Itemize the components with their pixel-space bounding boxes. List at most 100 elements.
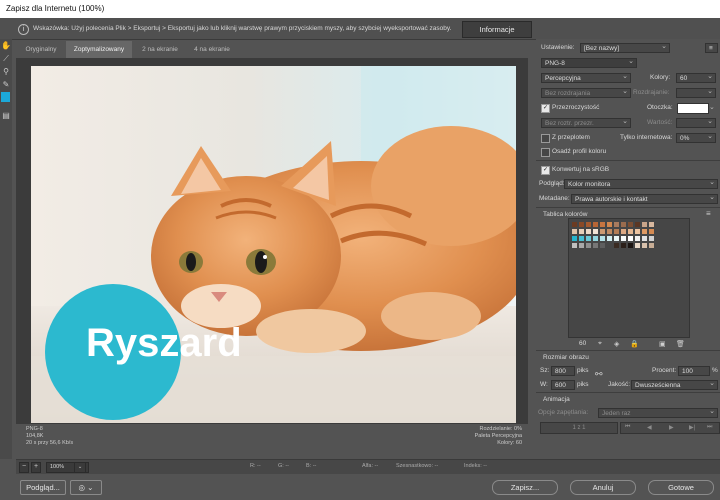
metadata-dropdown[interactable]: Prawa autorskie i kontakt <box>571 194 718 204</box>
height-input[interactable]: 600 <box>551 380 575 390</box>
color-swatch[interactable] <box>649 229 654 234</box>
amount-input[interactable] <box>676 118 716 128</box>
color-swatch[interactable] <box>642 222 647 227</box>
color-swatch[interactable] <box>607 229 612 234</box>
color-swatch[interactable] <box>621 222 626 227</box>
color-swatch[interactable] <box>614 236 619 241</box>
color-swatch[interactable] <box>649 236 654 241</box>
color-swatch[interactable] <box>621 236 626 241</box>
play-icon[interactable]: ▶ <box>669 424 674 431</box>
color-swatch[interactable] <box>621 243 626 248</box>
toggle-slices-icon[interactable]: ▤ <box>1 111 11 121</box>
zoom-tool-icon[interactable]: ⚲ <box>1 67 11 77</box>
delete-color-icon[interactable]: 🗑 <box>676 340 685 348</box>
format-dropdown[interactable]: PNG-8 <box>541 58 637 68</box>
interlaced-checkbox[interactable] <box>541 134 550 143</box>
preview-button[interactable]: Podgląd... <box>20 480 66 495</box>
color-swatch[interactable] <box>614 229 619 234</box>
color-swatch[interactable] <box>642 236 647 241</box>
percent-input[interactable]: 100 <box>678 366 710 376</box>
color-swatch[interactable] <box>572 222 577 227</box>
color-swatch[interactable] <box>600 229 605 234</box>
tab-original[interactable]: Oryginalny <box>16 41 66 58</box>
info-tab[interactable]: Informacje <box>462 21 532 38</box>
color-swatch[interactable] <box>579 229 584 234</box>
done-button[interactable]: Gotowe <box>648 480 714 495</box>
tab-optimized[interactable]: Zoptymalizowany <box>66 41 132 58</box>
new-color-icon[interactable]: ▣ <box>659 340 666 348</box>
palette-dropdown[interactable]: Percepcyjna <box>541 73 631 83</box>
slice-select-tool-icon[interactable]: ⟋ <box>1 54 11 64</box>
color-swatch[interactable] <box>586 222 591 227</box>
hand-tool-icon[interactable]: ✋ <box>1 41 11 51</box>
last-frame-icon[interactable]: ⏭ <box>707 424 712 431</box>
matte-color-swatch[interactable] <box>677 103 709 114</box>
color-swatch[interactable] <box>614 222 619 227</box>
lock-color-icon[interactable]: 🔒 <box>630 340 639 348</box>
dither-percent-input[interactable] <box>676 88 716 98</box>
color-swatch[interactable] <box>607 236 612 241</box>
color-swatch[interactable] <box>600 236 605 241</box>
color-swatch[interactable] <box>572 229 577 234</box>
color-swatch[interactable] <box>635 222 640 227</box>
color-swatch[interactable] <box>635 229 640 234</box>
width-input[interactable]: 800 <box>551 366 575 376</box>
tab-4-up[interactable]: 4 na ekranie <box>186 41 238 58</box>
previous-frame-icon[interactable]: ◀ <box>647 424 652 431</box>
browser-preview-button[interactable]: ◎ ⌄ <box>70 480 102 495</box>
transparency-checkbox[interactable]: ✓ <box>541 104 550 113</box>
color-swatch[interactable] <box>649 222 654 227</box>
color-swatch[interactable] <box>579 243 584 248</box>
tab-2-up[interactable]: 2 na ekranie <box>134 41 186 58</box>
animation-controls[interactable]: ⏮ ◀ ▶ ▶| ⏭ <box>620 422 720 434</box>
color-swatch[interactable] <box>600 243 605 248</box>
convert-srgb-checkbox[interactable]: ✓ <box>541 166 550 175</box>
zoom-in-button[interactable]: + <box>31 462 41 473</box>
next-frame-icon[interactable]: ▶| <box>689 424 695 431</box>
color-swatch[interactable] <box>586 243 591 248</box>
embed-profile-checkbox[interactable] <box>541 148 550 157</box>
color-swatch[interactable] <box>586 236 591 241</box>
loop-dropdown[interactable]: Jeden raz <box>598 408 718 418</box>
colors-dropdown[interactable]: 60 <box>676 73 716 83</box>
color-table[interactable] <box>568 218 690 338</box>
map-color-icon[interactable]: ⌖ <box>598 340 602 348</box>
web-shift-icon[interactable]: ◈ <box>614 340 619 348</box>
optimized-image-preview[interactable]: Ryszard <box>31 66 516 423</box>
zoom-chevron-icon[interactable]: ⌄ <box>74 462 86 473</box>
color-swatch[interactable] <box>635 243 640 248</box>
web-snap-dropdown[interactable]: 0% <box>676 133 716 143</box>
color-swatch[interactable] <box>579 222 584 227</box>
zoom-out-button[interactable]: − <box>19 462 29 473</box>
color-swatch[interactable] <box>579 236 584 241</box>
save-button[interactable]: Zapisz... <box>492 480 558 495</box>
dither-dropdown[interactable]: Bez rozdrajania <box>541 88 631 98</box>
first-frame-icon[interactable]: ⏮ <box>625 424 630 431</box>
transparency-dither-dropdown[interactable]: Bez roztr. przezr. <box>541 118 631 128</box>
eyedropper-tool-icon[interactable]: ✎ <box>1 80 11 90</box>
preset-dropdown[interactable]: [Bez nazwy] <box>580 43 670 53</box>
color-swatch[interactable] <box>593 243 598 248</box>
color-swatch[interactable] <box>600 222 605 227</box>
color-swatch[interactable] <box>642 229 647 234</box>
color-swatch[interactable] <box>593 222 598 227</box>
color-swatch[interactable] <box>572 243 577 248</box>
color-swatch[interactable] <box>642 243 647 248</box>
color-swatch[interactable] <box>586 229 591 234</box>
color-swatch[interactable] <box>628 236 633 241</box>
color-swatch[interactable] <box>607 243 612 248</box>
color-swatch[interactable] <box>649 243 654 248</box>
color-swatch[interactable] <box>593 236 598 241</box>
color-table-menu-icon[interactable]: ≡ <box>706 209 711 218</box>
eyedropper-color-swatch[interactable] <box>1 92 10 102</box>
panel-menu-icon[interactable]: ≡ <box>705 43 718 53</box>
color-swatch[interactable] <box>628 229 633 234</box>
quality-dropdown[interactable]: Dwusześcienna <box>631 380 718 390</box>
color-swatch[interactable] <box>628 243 633 248</box>
color-swatch[interactable] <box>614 243 619 248</box>
preview-dropdown[interactable]: Kolor monitora <box>564 179 718 189</box>
color-swatch[interactable] <box>607 222 612 227</box>
color-swatch[interactable] <box>635 236 640 241</box>
color-swatch[interactable] <box>593 229 598 234</box>
color-swatch[interactable] <box>621 229 626 234</box>
